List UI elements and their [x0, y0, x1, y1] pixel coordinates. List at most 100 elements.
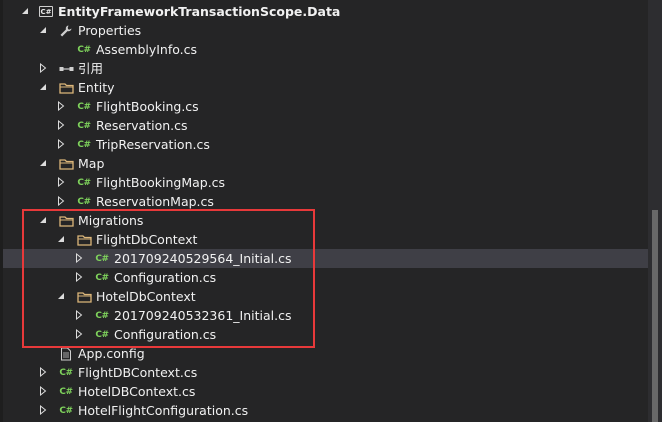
- tree-item-label: FlightBooking.cs: [96, 99, 199, 114]
- tree-item[interactable]: C# AssemblyInfo.cs: [0, 40, 648, 59]
- tree-item[interactable]: C# 201709240532361_Initial.cs: [0, 306, 648, 325]
- csharp-glyph: C#: [95, 329, 109, 340]
- expanded-arrow-icon[interactable]: [38, 25, 48, 35]
- references-icon: [58, 61, 74, 76]
- collapsed-arrow-icon[interactable]: [56, 196, 66, 206]
- csharp-glyph: C#: [95, 310, 109, 321]
- tree-item-label: HotelDBContext.cs: [78, 384, 196, 399]
- collapsed-arrow-icon[interactable]: [38, 386, 48, 396]
- expanded-arrow-icon[interactable]: [38, 82, 48, 92]
- tree-item-label: HotelFlightConfiguration.cs: [78, 403, 249, 418]
- tree-item[interactable]: C# Configuration.cs: [0, 268, 648, 287]
- folder-icon: [76, 232, 92, 247]
- collapsed-arrow-icon[interactable]: [56, 101, 66, 111]
- tree-item-label: Map: [78, 156, 105, 171]
- csharp-file-icon: C#: [76, 194, 92, 209]
- csharp-glyph: C#: [59, 386, 73, 397]
- tree-item-label: Properties: [78, 23, 142, 38]
- folder-icon: [58, 213, 74, 228]
- tree-item-label: FlightBookingMap.cs: [96, 175, 226, 190]
- tree-item[interactable]: Map: [0, 154, 648, 173]
- tree-item[interactable]: FlightDbContext: [0, 230, 648, 249]
- collapsed-arrow-icon[interactable]: [56, 120, 66, 130]
- tree-item-label: 201709240532361_Initial.cs: [114, 308, 292, 323]
- collapsed-arrow-icon[interactable]: [56, 177, 66, 187]
- csharp-project-icon: C#: [38, 4, 54, 19]
- csharp-file-icon: C#: [76, 42, 92, 57]
- tree-item-label: AssemblyInfo.cs: [96, 42, 198, 57]
- tree-item-label: 201709240529564_Initial.cs: [114, 251, 292, 266]
- collapsed-arrow-icon[interactable]: [56, 139, 66, 149]
- tree-item-label: Configuration.cs: [114, 327, 217, 342]
- csharp-file-icon: C#: [58, 403, 74, 418]
- folder-icon: [58, 80, 74, 95]
- csharp-glyph: C#: [59, 367, 73, 378]
- tree-item[interactable]: C# TripReservation.cs: [0, 135, 648, 154]
- tree-item-label: HotelDbContext: [96, 289, 196, 304]
- csharp-glyph: C#: [39, 6, 53, 17]
- tree-item[interactable]: Properties: [0, 21, 648, 40]
- collapsed-arrow-icon[interactable]: [38, 63, 48, 73]
- collapsed-arrow-icon[interactable]: [74, 329, 84, 339]
- tree-item[interactable]: C# HotelDBContext.cs: [0, 382, 648, 401]
- csharp-file-icon: C#: [94, 270, 110, 285]
- tree-item-label: FlightDbContext: [96, 232, 198, 247]
- wrench-icon: [58, 23, 74, 38]
- tree-item[interactable]: Entity: [0, 78, 648, 97]
- tree-item-label: ReservationMap.cs: [96, 194, 214, 209]
- tree-item[interactable]: 引用: [0, 59, 648, 78]
- expanded-arrow-icon[interactable]: [38, 158, 48, 168]
- tree-item-label: Migrations: [78, 213, 144, 228]
- csharp-file-icon: C#: [76, 137, 92, 152]
- expanded-arrow-icon[interactable]: [38, 215, 48, 225]
- tree-item-project[interactable]: C# EntityFrameworkTransactionScope.Data: [0, 2, 648, 21]
- tree-item[interactable]: C# ReservationMap.cs: [0, 192, 648, 211]
- folder-icon: [58, 156, 74, 171]
- csharp-file-icon: C#: [94, 308, 110, 323]
- tree-item[interactable]: C# FlightBooking.cs: [0, 97, 648, 116]
- csharp-glyph: C#: [77, 120, 91, 131]
- collapsed-arrow-icon[interactable]: [74, 310, 84, 320]
- csharp-glyph: C#: [95, 272, 109, 283]
- csharp-file-icon: C#: [94, 327, 110, 342]
- collapsed-arrow-icon[interactable]: [38, 367, 48, 377]
- csharp-file-icon: C#: [76, 175, 92, 190]
- tree-item[interactable]: App.config: [0, 344, 648, 363]
- tree-item-label: FlightDBContext.cs: [78, 365, 198, 380]
- tree-item[interactable]: C# HotelFlightConfiguration.cs: [0, 401, 648, 420]
- tree-item-label: EntityFrameworkTransactionScope.Data: [58, 4, 341, 19]
- collapsed-arrow-icon[interactable]: [74, 272, 84, 282]
- csharp-glyph: C#: [77, 101, 91, 112]
- expanded-arrow-icon[interactable]: [56, 234, 66, 244]
- tree-item[interactable]: C# FlightBookingMap.cs: [0, 173, 648, 192]
- expanded-arrow-icon[interactable]: [56, 291, 66, 301]
- csharp-glyph: C#: [59, 405, 73, 416]
- collapsed-arrow-icon[interactable]: [74, 253, 84, 263]
- tree-item-label: App.config: [78, 346, 145, 361]
- solution-explorer-tree: C# EntityFrameworkTransactionScope.Data Pr…: [0, 0, 662, 422]
- csharp-file-icon: C#: [76, 99, 92, 114]
- csharp-glyph: C#: [95, 253, 109, 264]
- config-file-icon: [58, 346, 74, 361]
- tree-item-label: TripReservation.cs: [96, 137, 210, 152]
- tree-item-label: Reservation.cs: [96, 118, 188, 133]
- tree-item[interactable]: C# Configuration.cs: [0, 325, 648, 344]
- csharp-file-icon: C#: [58, 365, 74, 380]
- csharp-file-icon: C#: [58, 384, 74, 399]
- collapsed-arrow-icon[interactable]: [38, 405, 48, 415]
- tree-item[interactable]: HotelDbContext: [0, 287, 648, 306]
- left-edge: [0, 0, 3, 422]
- csharp-glyph: C#: [77, 139, 91, 150]
- tree-item[interactable]: Migrations: [0, 211, 648, 230]
- tree-item[interactable]: C# Reservation.cs: [0, 116, 648, 135]
- csharp-file-icon: C#: [76, 118, 92, 133]
- folder-icon: [76, 289, 92, 304]
- expanded-arrow-icon[interactable]: [20, 6, 30, 16]
- csharp-glyph: C#: [77, 177, 91, 188]
- tree-item[interactable]: C# FlightDBContext.cs: [0, 363, 648, 382]
- tree-item-label: 引用: [78, 61, 104, 76]
- tree-item-label: Configuration.cs: [114, 270, 217, 285]
- csharp-file-icon: C#: [94, 251, 110, 266]
- tree-item[interactable]: C# 201709240529564_Initial.cs: [0, 249, 648, 268]
- scrollbar-thumb[interactable]: [652, 210, 658, 422]
